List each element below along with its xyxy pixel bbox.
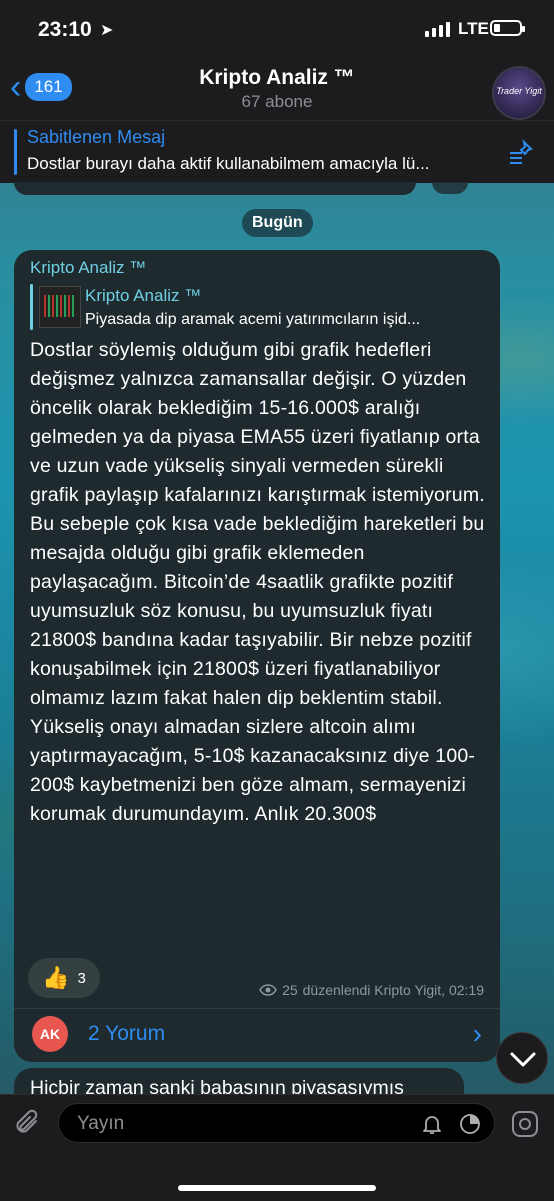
commenter-avatar: AK <box>32 1016 68 1052</box>
view-count: 25 <box>282 982 298 998</box>
pinned-accent-bar <box>14 129 17 175</box>
subscriber-count: 67 abone <box>241 92 313 111</box>
comments-button[interactable]: AK 2 Yorum › <box>14 1012 500 1060</box>
bell-icon[interactable] <box>420 1112 444 1136</box>
thumbs-up-icon: 👍 <box>42 965 70 990</box>
scroll-down-button[interactable] <box>496 1032 548 1084</box>
home-indicator <box>178 1185 376 1191</box>
message-author[interactable]: Kripto Analiz ™ <box>30 258 146 278</box>
reply-text: Piyasada dip aramak acemi yatırımcıların… <box>85 311 421 328</box>
forwarded-reply[interactable]: Kripto Analiz ™ Piyasada dip aramak acem… <box>30 284 490 332</box>
channel-avatar[interactable]: Trader Yigit <box>492 66 546 120</box>
paperclip-icon[interactable] <box>14 1109 42 1139</box>
chevron-down-icon <box>510 1052 536 1067</box>
reply-thumbnail <box>39 286 81 328</box>
input-bar <box>0 1094 554 1201</box>
eye-icon <box>259 984 277 996</box>
pin-list-icon[interactable] <box>508 139 534 165</box>
message-field[interactable] <box>58 1103 495 1144</box>
network-label: LTE <box>458 19 489 38</box>
signal-icon <box>425 22 450 37</box>
channel-title[interactable]: Kripto Analiz ™ <box>0 66 554 90</box>
chat-header: ‹ 161 Kripto Analiz ™ 67 abone Trader Yi… <box>0 58 554 120</box>
pinned-message-bar[interactable]: Sabitlenen Mesaj Dostlar burayı daha akt… <box>0 120 554 183</box>
message-text: Dostlar söylemiş olduğum gibi grafik hed… <box>30 339 485 825</box>
avatar-logo-text: Trader Yigit <box>496 86 542 96</box>
edited-timestamp: düzenlendi Kripto Yigit, 02:19 <box>302 982 484 998</box>
clock: 23:10 <box>38 18 92 41</box>
reaction-chip[interactable]: 👍 3 <box>28 958 100 998</box>
comments-divider <box>14 1008 500 1009</box>
message-input[interactable] <box>75 1104 379 1144</box>
pinned-title: Sabitlenen Mesaj <box>27 127 166 147</box>
status-bar: 23:10 ➤ LTE <box>0 0 554 58</box>
reply-accent-bar <box>30 284 33 330</box>
message-meta: 25 düzenlendi Kripto Yigit, 02:19 <box>259 982 484 998</box>
location-arrow-icon: ➤ <box>100 22 114 39</box>
reply-author: Kripto Analiz ™ <box>85 286 202 305</box>
previous-message-bubble <box>14 182 416 195</box>
date-separator: Bugün <box>242 209 313 237</box>
timer-icon[interactable] <box>458 1112 482 1136</box>
chevron-right-icon: › <box>472 1018 482 1049</box>
message-bubble[interactable]: Kripto Analiz ™ Kripto Analiz ™ Piyasada… <box>14 250 500 1062</box>
camera-icon[interactable] <box>510 1109 540 1139</box>
battery-icon <box>490 20 525 36</box>
reaction-count: 3 <box>77 969 86 987</box>
comments-label: 2 Yorum <box>88 1022 166 1045</box>
pinned-text: Dostlar burayı daha aktif kullanabilmem … <box>27 154 430 173</box>
